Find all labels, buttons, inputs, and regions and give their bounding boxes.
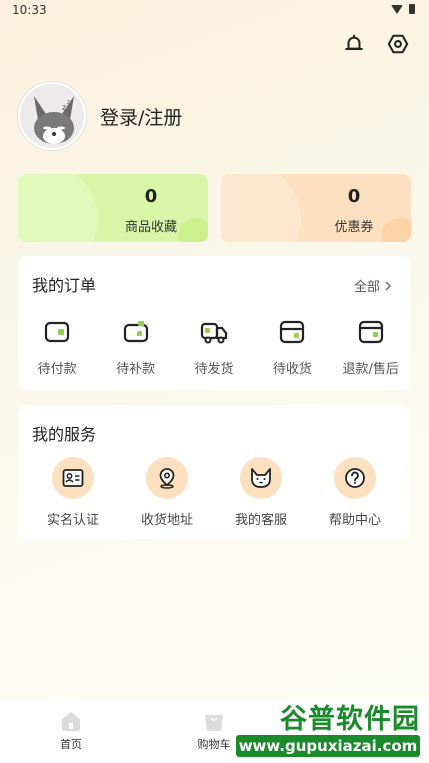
question-icon xyxy=(345,468,365,488)
hexagon-settings-icon[interactable] xyxy=(387,33,409,55)
status-bar: 10:33 xyxy=(0,0,429,22)
wallet-add-icon xyxy=(123,321,148,343)
service-icon-circle xyxy=(52,457,94,499)
order-item-label: 待补款 xyxy=(116,362,156,377)
fox-avatar-icon: z z xyxy=(34,96,74,144)
all-orders-link[interactable]: 全部 xyxy=(354,276,392,295)
service-label: 实名认证 xyxy=(46,513,99,528)
home-icon xyxy=(62,712,80,731)
favorites-count: 0 xyxy=(144,186,158,207)
tab-home[interactable]: 首页 xyxy=(41,710,101,752)
tab-label: 首页 xyxy=(60,738,82,751)
my-orders-panel: 我的订单 全部 待付款 待补款 待发货 待收货 退款/售后 xyxy=(18,256,410,390)
cart-bag-icon xyxy=(205,715,223,731)
all-orders-label: 全部 xyxy=(353,280,380,295)
header-actions xyxy=(343,33,409,55)
watermark-title: 谷普软件园 xyxy=(280,704,420,735)
status-time: 10:33 xyxy=(12,3,47,17)
order-item-label: 待发货 xyxy=(194,362,234,377)
order-pending-supplement[interactable]: 待补款 xyxy=(100,318,172,377)
service-real-name-verification[interactable]: 实名认证 xyxy=(33,457,113,528)
service-label: 我的客服 xyxy=(234,513,287,528)
avatar[interactable]: z z xyxy=(18,82,86,150)
service-list: 实名认证 收货地址 我的客服 帮助中心 xyxy=(18,457,410,528)
service-customer-support[interactable]: 我的客服 xyxy=(221,457,301,528)
svg-text:z: z xyxy=(62,103,66,112)
svg-text:z: z xyxy=(67,99,70,106)
profile-section[interactable]: z z 登录/注册 xyxy=(18,82,182,150)
orders-title: 我的订单 xyxy=(32,276,97,295)
watermark-url: www.gupuxiazai.com xyxy=(236,735,420,757)
order-item-label: 待付款 xyxy=(37,362,77,377)
service-label: 收货地址 xyxy=(140,513,193,528)
favorites-label: 商品收藏 xyxy=(124,220,177,235)
order-item-label: 待收货 xyxy=(272,362,312,377)
chevron-right-icon xyxy=(385,281,391,290)
favorites-card[interactable]: 0 商品收藏 xyxy=(18,174,208,242)
location-pin-icon xyxy=(159,468,175,489)
tab-label: 购物车 xyxy=(197,738,231,751)
service-label: 帮助中心 xyxy=(328,513,381,528)
service-icon-circle xyxy=(334,457,376,499)
status-icons xyxy=(391,4,415,14)
order-pending-payment[interactable]: 待付款 xyxy=(21,318,93,377)
tab-cart[interactable]: 购物车 xyxy=(184,710,244,752)
card-refund-icon xyxy=(358,320,383,344)
order-status-list: 待付款 待补款 待发货 待收货 退款/售后 xyxy=(18,318,410,377)
order-item-label: 退款/售后 xyxy=(342,362,399,377)
order-pending-shipment[interactable]: 待发货 xyxy=(178,318,250,377)
id-card-icon xyxy=(62,469,84,487)
bell-icon[interactable] xyxy=(343,33,365,55)
wallet-icon xyxy=(45,321,70,343)
watermark: 谷普软件园 www.gupuxiazai.com xyxy=(236,697,426,763)
coupons-card[interactable]: 0 优惠券 xyxy=(221,174,411,242)
battery-icon xyxy=(409,4,415,14)
coupons-count: 0 xyxy=(347,186,361,207)
services-title: 我的服务 xyxy=(32,425,97,444)
coupons-label: 优惠券 xyxy=(334,220,374,235)
my-services-panel: 我的服务 实名认证 收货地址 我的客服 帮助中心 xyxy=(18,405,410,539)
service-icon-circle xyxy=(240,457,282,499)
order-refund-aftersale[interactable]: 退款/售后 xyxy=(335,318,407,377)
fox-face-icon xyxy=(251,468,271,488)
truck-icon xyxy=(200,322,228,344)
order-pending-receipt[interactable]: 待收货 xyxy=(256,318,328,377)
service-help-center[interactable]: 帮助中心 xyxy=(315,457,395,528)
login-register-link[interactable]: 登录/注册 xyxy=(100,103,182,130)
wifi-icon xyxy=(391,4,403,14)
service-shipping-address[interactable]: 收货地址 xyxy=(127,457,207,528)
service-icon-circle xyxy=(146,457,188,499)
box-icon xyxy=(280,320,305,344)
